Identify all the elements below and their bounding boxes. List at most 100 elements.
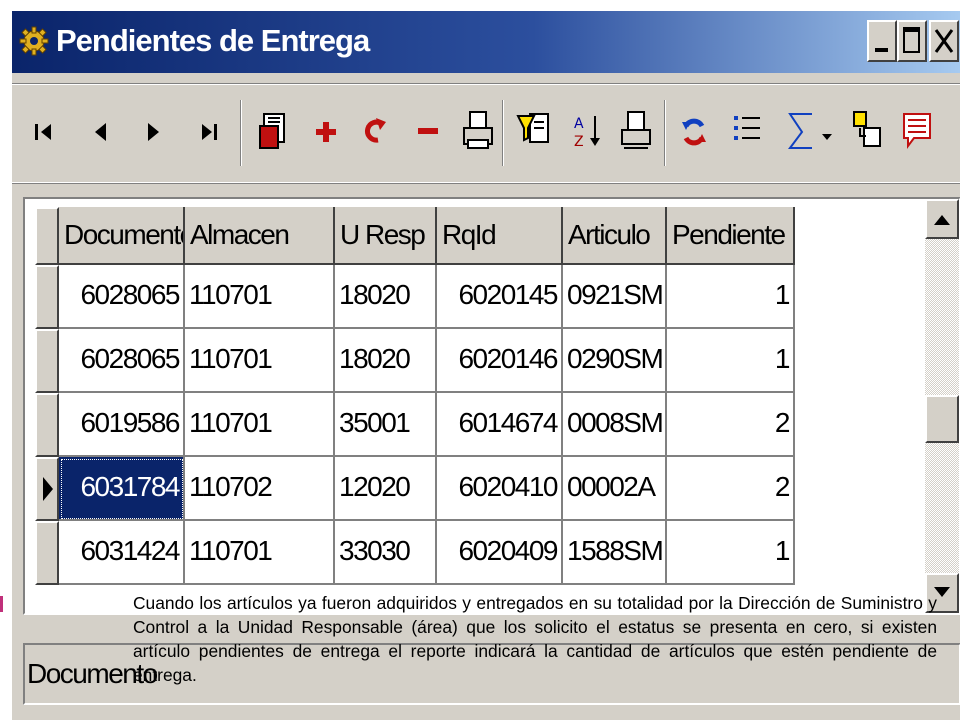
export-icon: [853, 111, 881, 147]
next-record-icon: [148, 123, 159, 141]
sum-dropdown-button[interactable]: [818, 104, 838, 160]
cell-u-resp[interactable]: 18020: [335, 265, 437, 329]
window-title: Pendientes de Entrega: [56, 23, 370, 58]
vertical-scrollbar[interactable]: [925, 199, 959, 613]
maximize-button[interactable]: [897, 20, 927, 62]
grid-corner: [35, 207, 59, 265]
cell-almacen[interactable]: 110701: [185, 329, 335, 393]
cell-rqid[interactable]: 6020146: [437, 329, 563, 393]
close-icon: [934, 29, 954, 53]
plus-icon: [316, 122, 336, 142]
column-header-documento[interactable]: Documento: [59, 207, 185, 265]
sort-az-button[interactable]: A Z: [568, 104, 608, 160]
row-selector[interactable]: [35, 393, 59, 457]
minimize-button[interactable]: [867, 20, 897, 62]
cell-documento[interactable]: 6019586: [59, 393, 185, 457]
toolbar-separator: [502, 100, 504, 166]
numbered-list-icon: [734, 116, 760, 140]
print-preview-icon: [621, 111, 651, 149]
cell-documento[interactable]: 6028065: [59, 265, 185, 329]
print-button[interactable]: [458, 104, 498, 160]
row-selector[interactable]: [35, 521, 59, 585]
cell-u-resp[interactable]: 35001: [335, 393, 437, 457]
prev-record-button[interactable]: [80, 104, 120, 160]
cell-u-resp[interactable]: 33030: [335, 521, 437, 585]
arrow-up-icon: [934, 215, 950, 225]
cell-almacen[interactable]: 110701: [185, 521, 335, 585]
cell-rqid[interactable]: 6014674: [437, 393, 563, 457]
cell-articulo[interactable]: 0290SM: [563, 329, 667, 393]
cell-documento[interactable]: 6031784: [59, 457, 185, 521]
filter-icon: [516, 113, 549, 143]
column-header-almacen[interactable]: Almacen: [185, 207, 335, 265]
scroll-thumb[interactable]: [925, 395, 959, 443]
current-row-icon: [43, 477, 53, 501]
dropdown-arrow-icon: [822, 134, 832, 140]
scroll-up-button[interactable]: [925, 199, 959, 239]
row-selector[interactable]: [35, 329, 59, 393]
cell-rqid[interactable]: 6020409: [437, 521, 563, 585]
report-icon: [259, 113, 285, 149]
cell-articulo[interactable]: 1588SM: [563, 521, 667, 585]
cell-almacen[interactable]: 110701: [185, 265, 335, 329]
printer-icon: [463, 111, 493, 149]
cell-pendiente[interactable]: 1: [667, 265, 795, 329]
data-grid[interactable]: Documento Almacen U Resp RqId Articulo P…: [25, 199, 795, 589]
maximize-icon: [903, 27, 920, 53]
row-selector[interactable]: [35, 457, 59, 521]
cell-pendiente[interactable]: 1: [667, 329, 795, 393]
column-header-rqid[interactable]: RqId: [437, 207, 563, 265]
edge-mark: [0, 596, 3, 612]
filter-button[interactable]: [514, 104, 554, 160]
add-record-button[interactable]: [306, 104, 346, 160]
sigma-icon: [788, 113, 812, 149]
column-header-u-resp[interactable]: U Resp: [335, 207, 437, 265]
cell-almacen[interactable]: 110702: [185, 457, 335, 521]
cell-pendiente[interactable]: 1: [667, 521, 795, 585]
notes-button[interactable]: [898, 104, 938, 160]
notes-icon: [903, 113, 931, 149]
numbered-list-button[interactable]: [728, 104, 768, 160]
cell-documento[interactable]: 6031424: [59, 521, 185, 585]
column-header-pendiente[interactable]: Pendiente: [667, 207, 795, 265]
first-record-button[interactable]: [26, 104, 66, 160]
toolbar-separator: [664, 100, 666, 166]
svg-text:A: A: [574, 116, 584, 132]
last-record-button[interactable]: [188, 104, 228, 160]
cell-articulo[interactable]: 00002A: [563, 457, 667, 521]
last-record-icon: [202, 124, 217, 140]
description-note: Cuando los artículos ya fueron adquirido…: [133, 593, 937, 685]
print-preview-button[interactable]: [616, 104, 656, 160]
prev-record-icon: [95, 123, 106, 141]
cell-rqid[interactable]: 6020145: [437, 265, 563, 329]
cell-articulo[interactable]: 0008SM: [563, 393, 667, 457]
column-header-articulo[interactable]: Articulo: [563, 207, 667, 265]
toolbar-separator: [240, 100, 242, 166]
cell-pendiente[interactable]: 2: [667, 457, 795, 521]
toolbar: A Z: [12, 83, 960, 183]
cell-almacen[interactable]: 110701: [185, 393, 335, 457]
cell-u-resp[interactable]: 12020: [335, 457, 437, 521]
cell-pendiente[interactable]: 2: [667, 393, 795, 457]
cell-documento[interactable]: 6028065: [59, 329, 185, 393]
title-bar[interactable]: Pendientes de Entrega: [12, 11, 960, 73]
row-selector[interactable]: [35, 265, 59, 329]
cell-articulo[interactable]: 0921SM: [563, 265, 667, 329]
report-button[interactable]: [254, 104, 294, 160]
delete-record-button[interactable]: [408, 104, 448, 160]
first-record-icon: [35, 124, 51, 140]
cell-rqid[interactable]: 6020410: [437, 457, 563, 521]
data-grid-frame: Documento Almacen U Resp RqId Articulo P…: [23, 197, 960, 615]
close-button[interactable]: [929, 20, 959, 62]
app-gear-icon: [19, 26, 49, 56]
reload-button[interactable]: [674, 104, 714, 160]
sum-button[interactable]: [782, 104, 822, 160]
reload-icon: [682, 118, 706, 146]
minus-icon: [418, 128, 438, 134]
undo-icon: [365, 118, 386, 143]
export-button[interactable]: [846, 104, 886, 160]
cell-u-resp[interactable]: 18020: [335, 329, 437, 393]
next-record-button[interactable]: [134, 104, 174, 160]
sort-az-icon: A Z: [574, 116, 600, 150]
refresh-record-button[interactable]: [356, 104, 396, 160]
